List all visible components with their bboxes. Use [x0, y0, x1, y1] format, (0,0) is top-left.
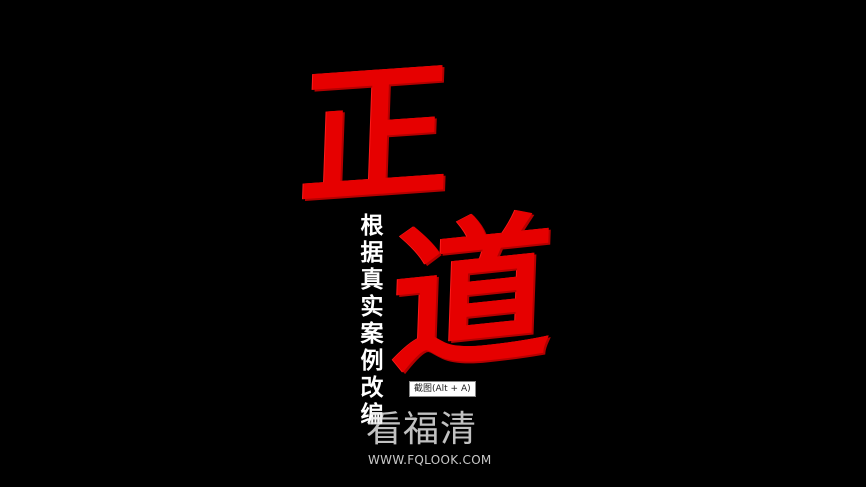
subtitle-based-on-true-story: 根据真实案例改编 [356, 213, 382, 429]
watermark-logo: 看福清 [366, 409, 478, 450]
screenshot-shortcut-tooltip: 截图(Alt + A) [409, 381, 476, 397]
title-char-zheng: 正 [296, 42, 450, 228]
watermark-url: WWW.FQLOOK.COM [368, 453, 492, 467]
title-char-dao: 道 [387, 193, 557, 397]
video-frame: 正 道 根据真实案例改编 截图(Alt + A) 看福清 WWW.FQLOOK.… [0, 0, 866, 487]
